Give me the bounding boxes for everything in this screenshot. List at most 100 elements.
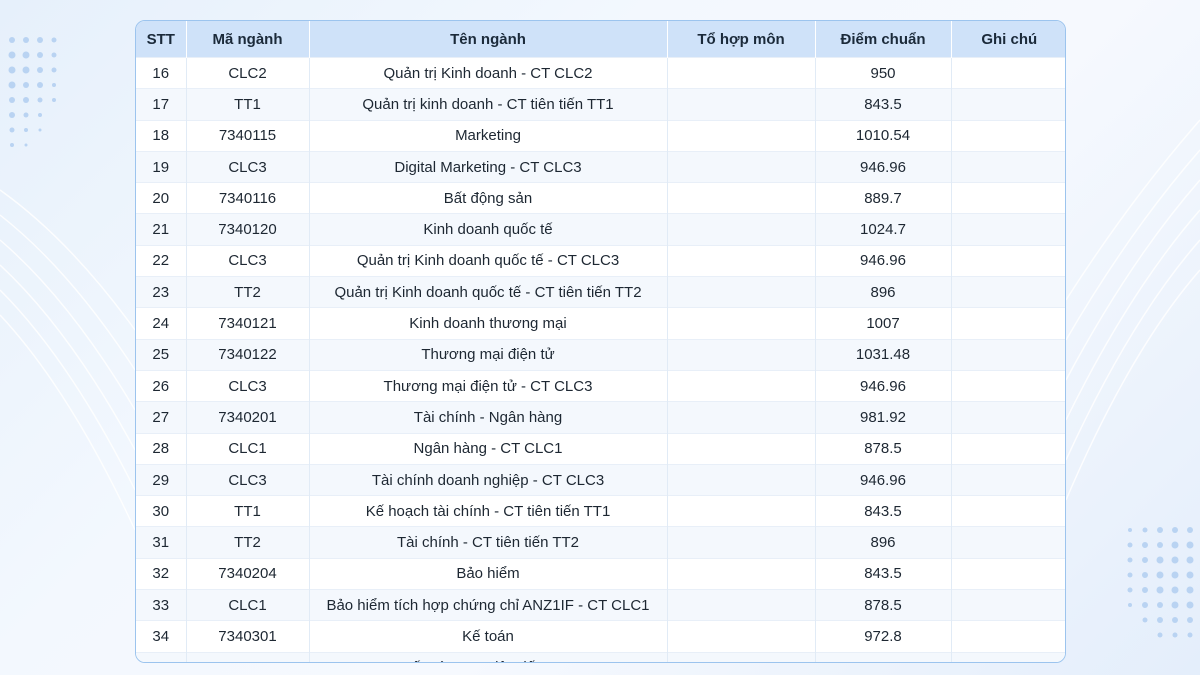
cell-ghi-chu bbox=[950, 369, 1065, 402]
cell-ghi-chu bbox=[950, 56, 1065, 89]
table-row: 19 CLC3 Digital Marketing - CT CLC3 946.96 bbox=[136, 150, 1065, 183]
table-row: 28 CLC1 Ngân hàng - CT CLC1 878.5 bbox=[136, 432, 1065, 465]
cell-to-hop-mon bbox=[666, 463, 815, 496]
cell-to-hop-mon bbox=[666, 369, 815, 402]
cell-ma-nganh: 7340201 bbox=[185, 401, 309, 434]
cell-to-hop-mon bbox=[666, 276, 815, 308]
cell-to-hop-mon bbox=[666, 557, 815, 590]
column-header-ghi-chu[interactable]: Ghi chú bbox=[950, 21, 1065, 58]
cell-ma-nganh: CLC1 bbox=[185, 432, 309, 465]
cell-to-hop-mon bbox=[666, 651, 815, 662]
cell-ghi-chu bbox=[950, 182, 1065, 214]
table-row: 29 CLC3 Tài chính doanh nghiệp - CT CLC3 94… bbox=[136, 463, 1065, 496]
cell-diem-chuan: 843.5 bbox=[814, 651, 951, 662]
cell-ghi-chu bbox=[950, 338, 1065, 371]
cell-ghi-chu bbox=[950, 589, 1065, 621]
table-row: 22 CLC3 Quản trị Kinh doanh quốc tế - CT C… bbox=[136, 244, 1065, 277]
cell-stt: 33 bbox=[136, 589, 186, 621]
cell-to-hop-mon bbox=[666, 150, 815, 183]
cell-diem-chuan: 843.5 bbox=[814, 557, 951, 590]
cell-ma-nganh: CLC3 bbox=[185, 463, 309, 496]
table-row: 34 7340301 Kế toán 972.8 bbox=[136, 620, 1065, 653]
cell-ma-nganh: CLC3 bbox=[185, 369, 309, 402]
column-header-ten-nganh[interactable]: Tên ngành bbox=[308, 21, 667, 58]
cell-ten-nganh: Kinh doanh quốc tế bbox=[308, 213, 667, 246]
cell-diem-chuan: 1010.54 bbox=[814, 119, 951, 152]
cell-stt: 22 bbox=[136, 244, 186, 277]
cell-ten-nganh: Kế toán bbox=[308, 620, 667, 653]
cell-stt: 26 bbox=[136, 369, 186, 402]
cell-ten-nganh: Bảo hiểm tích hợp chứng chỉ ANZ1IF - CT … bbox=[308, 589, 667, 621]
cell-ma-nganh: 7340116 bbox=[185, 182, 309, 214]
cell-to-hop-mon bbox=[666, 589, 815, 621]
cell-ghi-chu bbox=[950, 620, 1065, 653]
cell-stt: 25 bbox=[136, 338, 186, 371]
cell-stt: 28 bbox=[136, 432, 186, 465]
cell-stt: 19 bbox=[136, 150, 186, 183]
cell-stt: 27 bbox=[136, 401, 186, 434]
cell-stt: 24 bbox=[136, 307, 186, 340]
cell-ma-nganh: TT1 bbox=[185, 495, 309, 527]
cell-stt: 23 bbox=[136, 276, 186, 308]
column-header-to-hop-mon[interactable]: Tổ hợp môn bbox=[666, 21, 815, 58]
cell-to-hop-mon bbox=[666, 620, 815, 653]
cell-ghi-chu bbox=[950, 401, 1065, 434]
table-body: 16 CLC2 Quản trị Kinh doanh - CT CLC2 950 17… bbox=[136, 56, 1065, 662]
cell-ten-nganh: Digital Marketing - CT CLC3 bbox=[308, 150, 667, 183]
table-row: 21 7340120 Kinh doanh quốc tế 1024.7 bbox=[136, 213, 1065, 246]
cell-ma-nganh: CLC3 bbox=[185, 244, 309, 277]
cell-to-hop-mon bbox=[666, 338, 815, 371]
column-header-stt[interactable]: STT bbox=[136, 21, 186, 58]
cell-ghi-chu bbox=[950, 276, 1065, 308]
cell-diem-chuan: 1031.48 bbox=[814, 338, 951, 371]
cell-ten-nganh: Marketing bbox=[308, 119, 667, 152]
cell-ghi-chu bbox=[950, 150, 1065, 183]
cell-ma-nganh: TT1 bbox=[185, 651, 309, 662]
table-header-row: STT Mã ngành Tên ngành Tổ hợp môn Điểm c… bbox=[136, 21, 1065, 58]
cell-to-hop-mon bbox=[666, 119, 815, 152]
cell-ten-nganh: Bảo hiểm bbox=[308, 557, 667, 590]
cell-ma-nganh: 7340204 bbox=[185, 557, 309, 590]
cell-to-hop-mon bbox=[666, 401, 815, 434]
cell-stt: 17 bbox=[136, 88, 186, 121]
cell-stt: 31 bbox=[136, 526, 186, 559]
cell-ghi-chu bbox=[950, 432, 1065, 465]
cell-stt: 18 bbox=[136, 119, 186, 152]
cell-ghi-chu bbox=[950, 651, 1065, 662]
cell-ten-nganh: Quản trị kinh doanh - CT tiên tiến TT1 bbox=[308, 88, 667, 121]
cell-ma-nganh: TT2 bbox=[185, 276, 309, 308]
table-row: 30 TT1 Kế hoạch tài chính - CT tiên tiến T… bbox=[136, 495, 1065, 527]
table-row: 18 7340115 Marketing 1010.54 bbox=[136, 119, 1065, 152]
cell-ma-nganh: 7340121 bbox=[185, 307, 309, 340]
cell-diem-chuan: 878.5 bbox=[814, 589, 951, 621]
cell-diem-chuan: 878.5 bbox=[814, 432, 951, 465]
cell-ten-nganh: Quản trị Kinh doanh - CT CLC2 bbox=[308, 56, 667, 89]
cell-ma-nganh: 7340115 bbox=[185, 119, 309, 152]
cell-to-hop-mon bbox=[666, 213, 815, 246]
table-row: 27 7340201 Tài chính - Ngân hàng 981.92 bbox=[136, 401, 1065, 434]
cell-ghi-chu bbox=[950, 119, 1065, 152]
cell-ma-nganh: 7340122 bbox=[185, 338, 309, 371]
cell-stt: 34 bbox=[136, 620, 186, 653]
cell-stt: 20 bbox=[136, 182, 186, 214]
cell-diem-chuan: 843.5 bbox=[814, 495, 951, 527]
table-row: 25 7340122 Thương mại điện tử 1031.48 bbox=[136, 338, 1065, 371]
cell-stt: 30 bbox=[136, 495, 186, 527]
cell-stt: 21 bbox=[136, 213, 186, 246]
admission-scores-table-card: STT Mã ngành Tên ngành Tổ hợp môn Điểm c… bbox=[135, 20, 1066, 663]
cell-diem-chuan: 950 bbox=[814, 56, 951, 89]
table-row: 20 7340116 Bất động sản 889.7 bbox=[136, 182, 1065, 214]
table-row: 31 TT2 Tài chính - CT tiên tiến TT2 896 bbox=[136, 526, 1065, 559]
cell-ten-nganh: Kế hoạch tài chính - CT tiên tiến TT1 bbox=[308, 495, 667, 527]
cell-ghi-chu bbox=[950, 213, 1065, 246]
cell-stt: 29 bbox=[136, 463, 186, 496]
table-row: 24 7340121 Kinh doanh thương mại 1007 bbox=[136, 307, 1065, 340]
column-header-diem-chuan[interactable]: Điểm chuẩn bbox=[814, 21, 951, 58]
cell-ghi-chu bbox=[950, 495, 1065, 527]
table-row: 16 CLC2 Quản trị Kinh doanh - CT CLC2 950 bbox=[136, 56, 1065, 89]
cell-ten-nganh: Tài chính doanh nghiệp - CT CLC3 bbox=[308, 463, 667, 496]
table-row: 35TT1Kế toán - CT tiên tiến TT1 843.5 bbox=[136, 651, 1065, 662]
column-header-ma-nganh[interactable]: Mã ngành bbox=[185, 21, 309, 58]
cell-ma-nganh: CLC1 bbox=[185, 589, 309, 621]
cell-diem-chuan: 843.5 bbox=[814, 88, 951, 121]
